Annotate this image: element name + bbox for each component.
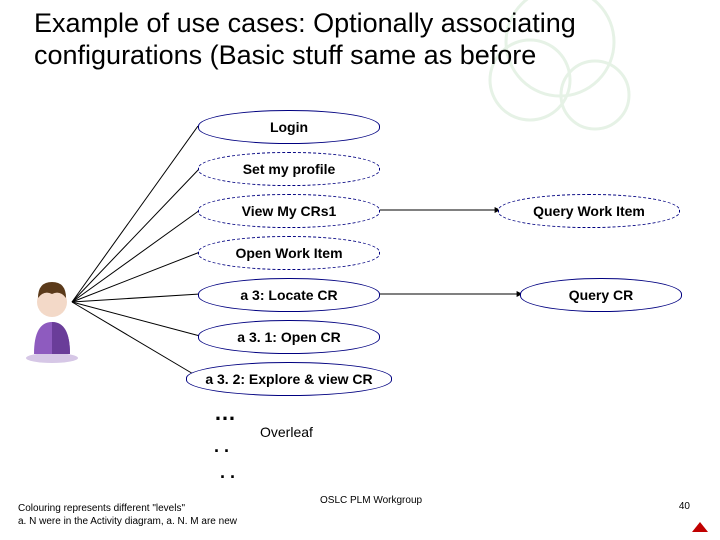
overleaf-label: Overleaf [260, 424, 313, 440]
node-a3-locate: a 3: Locate CR [198, 278, 380, 312]
node-view-crs: View My CRs1 [198, 194, 380, 228]
connectors [0, 0, 720, 540]
node-open-work-item: Open Work Item [198, 236, 380, 270]
deco-circles [0, 0, 720, 540]
corner-triangle-icon [692, 522, 708, 532]
footnote: Colouring represents different "levels" … [18, 503, 237, 528]
ellipsis-2: . . [214, 436, 229, 457]
node-query-work-item: Query Work Item [498, 194, 680, 228]
node-query-cr: Query CR [520, 278, 682, 312]
node-a32-explore: a 3. 2: Explore & view CR [186, 362, 392, 396]
slide-title: Example of use cases: Optionally associa… [34, 8, 684, 72]
node-a31-open: a 3. 1: Open CR [198, 320, 380, 354]
node-login: Login [198, 110, 380, 144]
node-set-profile: Set my profile [198, 152, 380, 186]
footer-text: OSLC PLM Workgroup [320, 495, 422, 506]
actor-icon [20, 272, 84, 364]
ellipsis-3: . . [220, 462, 235, 483]
page-number: 40 [679, 501, 690, 512]
ellipsis-1: … [214, 400, 236, 426]
